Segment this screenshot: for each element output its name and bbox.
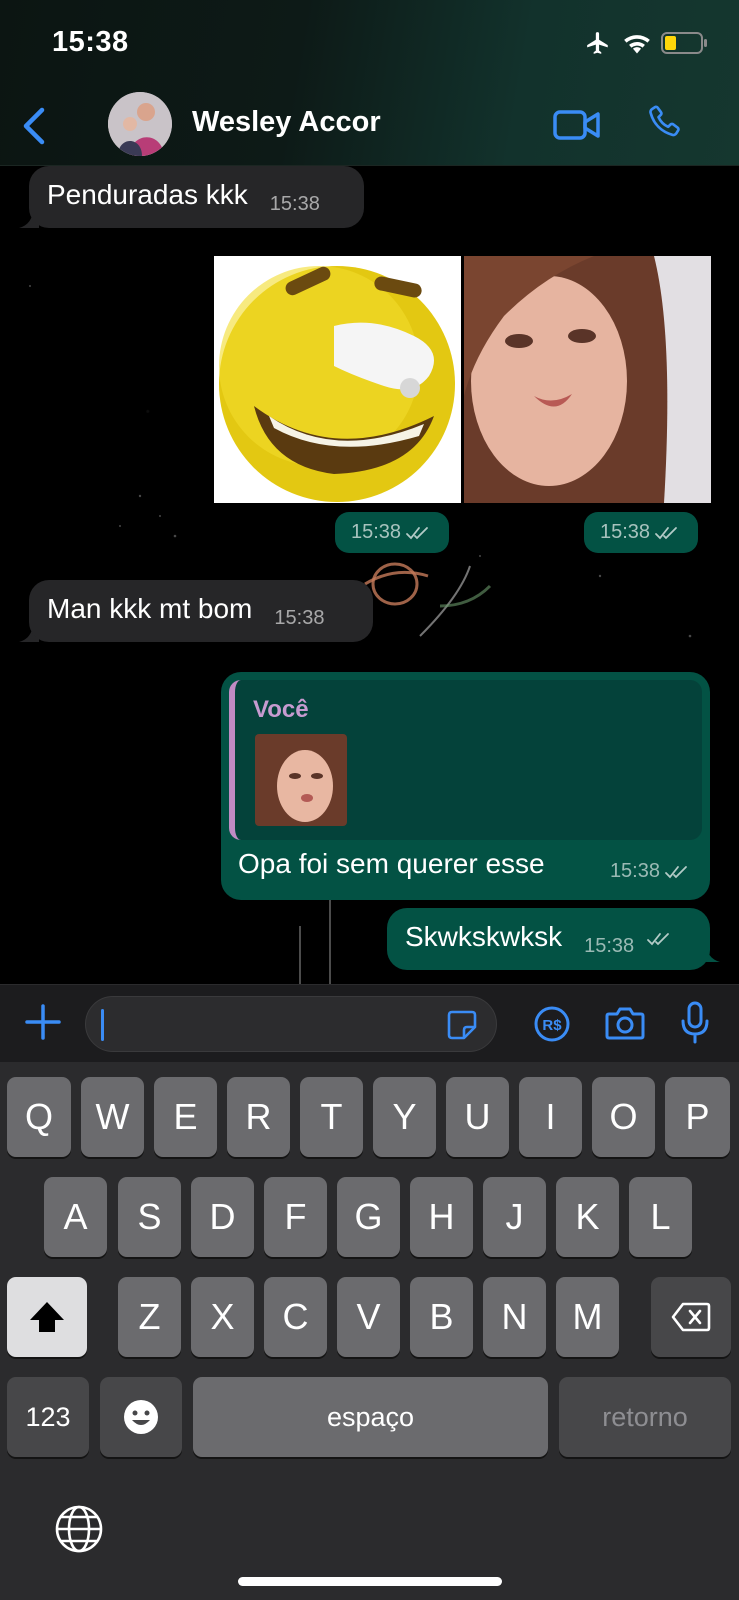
key-d[interactable]: D [191,1177,254,1257]
message-incoming[interactable]: Penduradas kkk 15:38 [29,166,364,228]
key-j[interactable]: J [483,1177,546,1257]
selfie-image [464,256,711,503]
key-o[interactable]: O [592,1077,655,1157]
key-e[interactable]: E [154,1077,217,1157]
key-y[interactable]: Y [373,1077,436,1157]
image-message-emoji[interactable] [214,256,461,503]
text-caret [101,1009,104,1041]
key-v[interactable]: V [337,1277,400,1357]
key-g[interactable]: G [337,1177,400,1257]
payment-button[interactable]: R$ [533,1005,571,1043]
microphone-icon [681,1001,709,1044]
emoji-key[interactable] [100,1377,182,1457]
status-time: 15:38 [52,26,129,58]
battery-low-icon [661,32,707,54]
laughing-emoji-image [214,256,461,503]
key-a[interactable]: A [44,1177,107,1257]
voice-message-button[interactable] [680,1001,710,1045]
chat-screen: 15:38 Wesley Accor Penduradas kkk 15:38 … [0,0,739,1600]
phone-icon [649,105,680,137]
wifi-icon [624,35,650,54]
message-time: 15:38 [269,193,320,215]
key-w[interactable]: W [81,1077,144,1157]
read-ticks-icon [647,932,669,945]
video-call-button[interactable] [552,104,602,144]
avatar[interactable] [108,92,172,156]
message-time: 15:38 [274,607,325,629]
key-i[interactable]: I [519,1077,582,1157]
image-time-badge: 15:38 [335,512,450,553]
message-text: Man kkk mt bom [47,593,253,624]
key-f[interactable]: F [264,1177,327,1257]
key-x[interactable]: X [191,1277,254,1357]
quoted-image [255,734,347,826]
camera-button[interactable] [605,1005,645,1041]
message-outgoing[interactable]: Skwkskwksk 15:38 [387,908,710,970]
chevron-left-icon [23,107,45,145]
message-time: 15:38 [351,521,402,543]
numbers-key[interactable]: 123 [7,1377,89,1457]
key-r[interactable]: R [227,1077,290,1157]
key-m[interactable]: M [556,1277,619,1357]
globe-icon [55,1505,103,1553]
key-u[interactable]: U [446,1077,509,1157]
read-ticks-icon [655,526,677,539]
pix-icon: R$ [534,1006,570,1042]
message-time: 15:38 [609,860,660,882]
key-l[interactable]: L [629,1177,692,1257]
voice-call-button[interactable] [644,103,684,143]
sticker-icon [447,1010,477,1040]
airplane-icon [587,32,608,54]
quoted-thumbnail [255,734,347,826]
key-k[interactable]: K [556,1177,619,1257]
space-key[interactable]: espaço [193,1377,548,1457]
image-time-badge: 15:38 [584,512,699,553]
sticker-button[interactable] [446,1009,478,1041]
home-indicator[interactable] [238,1577,502,1586]
message-time: 15:38 [584,935,635,957]
key-z[interactable]: Z [118,1277,181,1357]
message-meta: 15:38 [610,860,692,883]
message-incoming[interactable]: Man kkk mt bom 15:38 [29,580,373,642]
message-text: Skwkskwksk [405,921,563,952]
return-key[interactable]: retorno [559,1377,731,1457]
quoted-message[interactable]: Você [229,680,702,840]
chat-header: 15:38 Wesley Accor [0,0,739,166]
backspace-icon [671,1302,711,1332]
image-message-selfie[interactable] [464,256,711,503]
read-ticks-icon [406,526,428,539]
globe-button[interactable] [54,1504,104,1554]
camera-icon [605,1007,645,1040]
key-n[interactable]: N [483,1277,546,1357]
shift-icon [30,1302,64,1332]
status-icons [583,30,709,56]
key-q[interactable]: Q [7,1077,71,1157]
message-list[interactable]: Penduradas kkk 15:38 15:38 15:38 Man kkk… [0,166,739,984]
emoji-icon [124,1400,158,1434]
key-t[interactable]: T [300,1077,363,1157]
message-text: Penduradas kkk [47,179,248,210]
contact-name[interactable]: Wesley Accor [192,106,381,139]
key-p[interactable]: P [665,1077,730,1157]
backspace-key[interactable] [651,1277,731,1357]
message-outgoing-reply[interactable]: Você Opa foi sem querer esse 15:38 [221,672,710,900]
quoted-author: Você [253,696,309,723]
shift-key[interactable] [7,1277,87,1357]
plus-icon [25,1004,61,1040]
message-input[interactable] [85,996,497,1052]
video-icon [553,110,600,140]
key-s[interactable]: S [118,1177,181,1257]
svg-text:R$: R$ [542,1017,562,1034]
key-b[interactable]: B [410,1277,473,1357]
message-time: 15:38 [600,521,651,543]
key-h[interactable]: H [410,1177,473,1257]
attach-button[interactable] [24,1003,62,1041]
message-composer: R$ [0,984,739,1062]
avatar-image [108,92,172,156]
message-text: Opa foi sem querer esse [238,848,545,879]
read-ticks-icon [665,865,687,878]
key-c[interactable]: C [264,1277,327,1357]
back-button[interactable] [20,104,50,148]
